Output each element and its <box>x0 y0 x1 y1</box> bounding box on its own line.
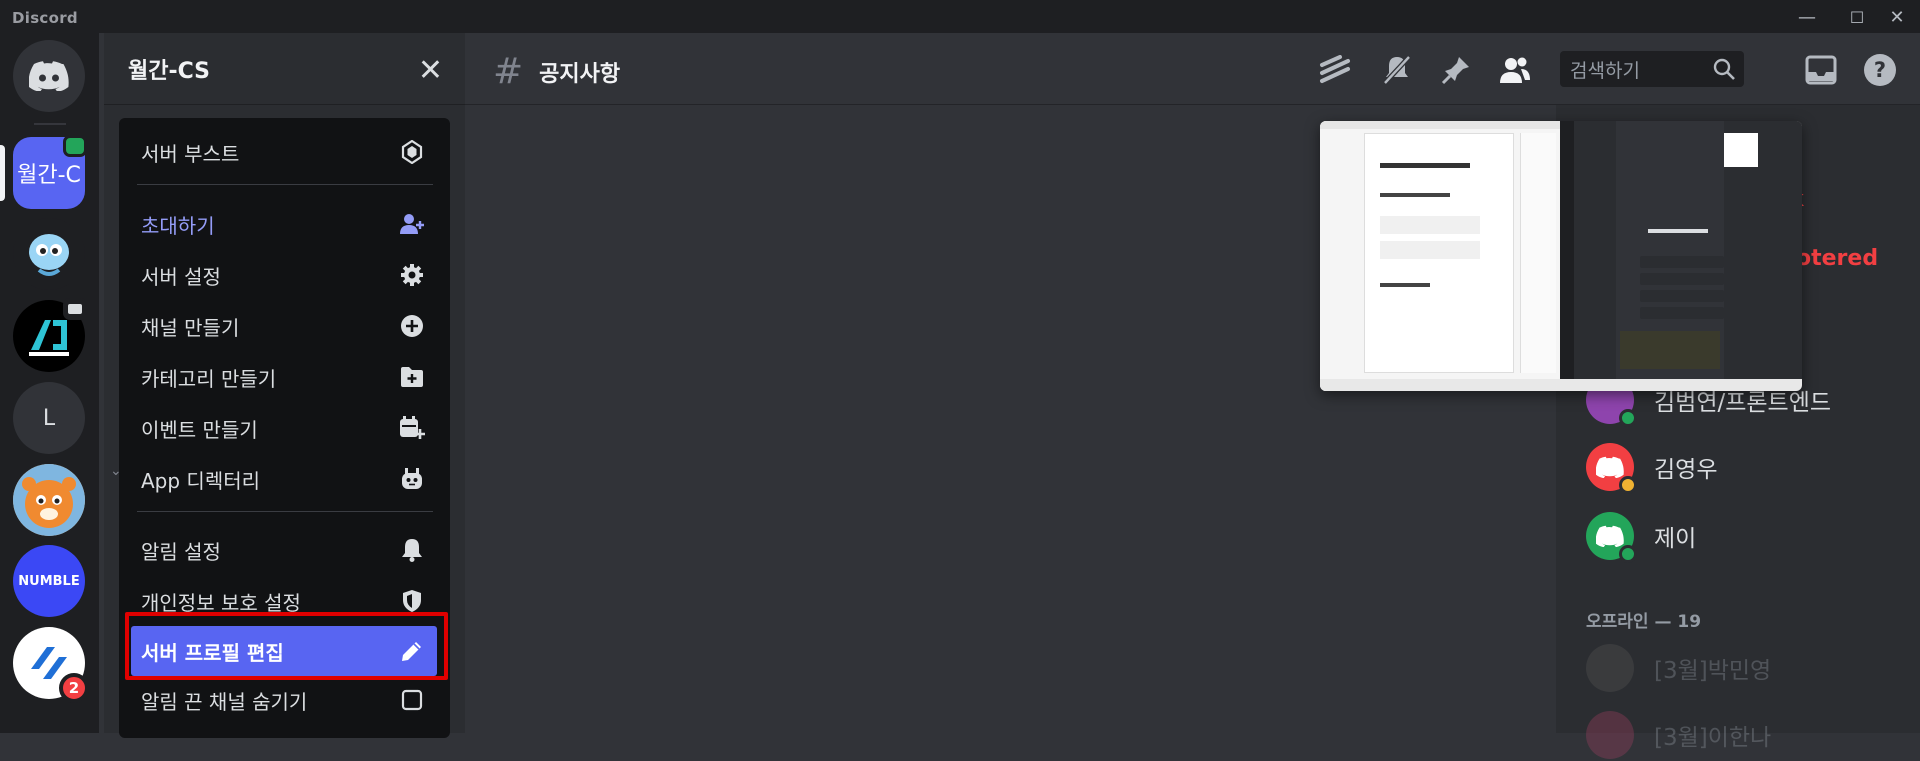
active-pill <box>0 145 5 201</box>
menu-item-label: App 디렉터리 <box>141 468 261 493</box>
server-icon-mascot[interactable] <box>13 218 85 290</box>
folder-plus-icon <box>399 364 425 390</box>
search-placeholder: 검색하기 <box>1570 59 1640 82</box>
online-status-icon <box>1619 409 1637 427</box>
member-name-partial: otered <box>1796 246 1879 271</box>
menu-item-server-boost[interactable]: 서버 부스트 <box>131 130 437 174</box>
member-name: 김영우 <box>1654 457 1718 483</box>
server-name: 월간-CS <box>128 58 211 84</box>
member-item[interactable]: [3월]이한나 <box>1586 709 1771 761</box>
mascot-icon <box>29 234 69 276</box>
invite-icon <box>399 211 425 237</box>
member-item[interactable]: 제이 <box>1586 510 1697 563</box>
server-icon-numble[interactable]: NUMBLE <box>13 545 85 617</box>
discord-logo-icon <box>29 61 69 91</box>
home-button[interactable] <box>13 40 85 112</box>
menu-item-create-channel[interactable]: 채널 만들기 <box>131 304 437 348</box>
svg-text:?: ? <box>1874 58 1886 82</box>
bell-icon <box>399 537 425 563</box>
help-icon[interactable]: ? <box>1861 51 1899 89</box>
menu-item-invite[interactable]: 초대하기 <box>131 202 437 246</box>
avatar <box>1586 644 1634 692</box>
avatar <box>1586 443 1637 494</box>
screen-share-icon <box>63 298 87 320</box>
server-rail: 월간-C L NUMBLE 2 <box>0 33 99 733</box>
search-icon <box>1712 57 1736 86</box>
menu-item-label: 카테고리 만들기 <box>141 366 277 391</box>
avatar <box>1586 512 1637 563</box>
close-menu-button[interactable]: ✕ <box>418 53 443 88</box>
inbox-icon[interactable] <box>1802 51 1840 89</box>
channel-title: # 공지사항 <box>493 51 620 92</box>
thumbnail-right-pane <box>1560 121 1802 391</box>
server-icon-tiger[interactable] <box>13 464 85 536</box>
pin-icon[interactable] <box>1437 51 1475 89</box>
menu-item-app-directory[interactable]: App 디렉터리 <box>131 457 437 501</box>
avatar <box>1586 711 1634 759</box>
close-window-button[interactable]: ✕ <box>1880 4 1914 30</box>
idle-status-icon <box>1619 476 1637 494</box>
menu-item-create-category[interactable]: 카테고리 만들기 <box>131 355 437 399</box>
screenshot-thumbnail[interactable] <box>1320 121 1802 391</box>
shield-icon <box>399 588 425 614</box>
menu-item-label: 서버 설정 <box>141 264 221 289</box>
menu-item-label: 초대하기 <box>141 213 215 238</box>
member-name: [3월]박민영 <box>1654 658 1772 684</box>
server-icon-ai-hub[interactable] <box>13 298 87 372</box>
menu-item-server-settings[interactable]: 서버 설정 <box>131 253 437 297</box>
member-name: [3월]이한나 <box>1654 725 1772 751</box>
menu-item-label: 서버 부스트 <box>141 141 240 166</box>
server-label: 월간-C <box>17 163 81 188</box>
server-label: L <box>42 405 56 431</box>
menu-item-create-event[interactable]: 이벤트 만들기 <box>131 406 437 450</box>
plus-circle-icon <box>399 313 425 339</box>
menu-item-label: 알림 끈 채널 숨기기 <box>141 689 308 714</box>
highlight-box <box>125 612 448 680</box>
rail-divider <box>34 123 66 125</box>
online-status-icon <box>1619 545 1637 563</box>
member-item[interactable]: 김영우 <box>1586 441 1718 494</box>
notification-badge: 2 <box>59 673 89 703</box>
gear-icon <box>399 262 425 288</box>
server-header[interactable]: 월간-CS ✕ <box>104 33 465 105</box>
server-icon-l[interactable]: L <box>13 382 85 454</box>
checkbox-icon[interactable] <box>399 687 425 713</box>
menu-item-label: 알림 설정 <box>141 539 221 564</box>
menu-divider <box>137 511 433 512</box>
menu-item-label: 이벤트 만들기 <box>141 417 258 442</box>
menu-item-hide-muted-channels[interactable]: 알림 끈 채널 숨기기 <box>131 678 437 722</box>
calendar-plus-icon <box>399 415 425 441</box>
activity-icon <box>63 135 87 157</box>
thumbnail-left-pane <box>1320 121 1560 391</box>
hashtag-icon: # <box>493 51 524 92</box>
search-input[interactable]: 검색하기 <box>1560 51 1744 87</box>
menu-item-label: 채널 만들기 <box>141 315 240 340</box>
menu-divider <box>137 184 433 185</box>
mute-bell-icon[interactable] <box>1378 51 1416 89</box>
server-icon-wolgan[interactable]: 월간-C <box>0 135 87 209</box>
member-list-icon[interactable] <box>1495 51 1533 89</box>
tiger-icon <box>13 464 85 536</box>
chat-header: # 공지사항 검색하기 ? <box>465 33 1920 105</box>
robot-icon <box>399 466 425 492</box>
app-brand: Discord <box>12 9 78 27</box>
offline-header: 오프라인 — 19 <box>1586 612 1702 632</box>
minimize-button[interactable]: — <box>1790 4 1824 30</box>
boost-icon <box>399 139 425 165</box>
server-icon-blue-logo[interactable]: 2 <box>13 627 89 703</box>
maximize-button[interactable]: ☐ <box>1840 4 1874 30</box>
menu-item-notification-settings[interactable]: 알림 설정 <box>131 528 437 572</box>
threads-icon[interactable] <box>1316 51 1354 89</box>
member-name: 제이 <box>1654 526 1697 552</box>
server-label: NUMBLE <box>18 573 80 589</box>
channel-name: 공지사항 <box>539 61 621 87</box>
member-item[interactable]: [3월]박민영 <box>1586 642 1771 694</box>
title-bar: Discord — ☐ ✕ <box>0 0 1920 33</box>
